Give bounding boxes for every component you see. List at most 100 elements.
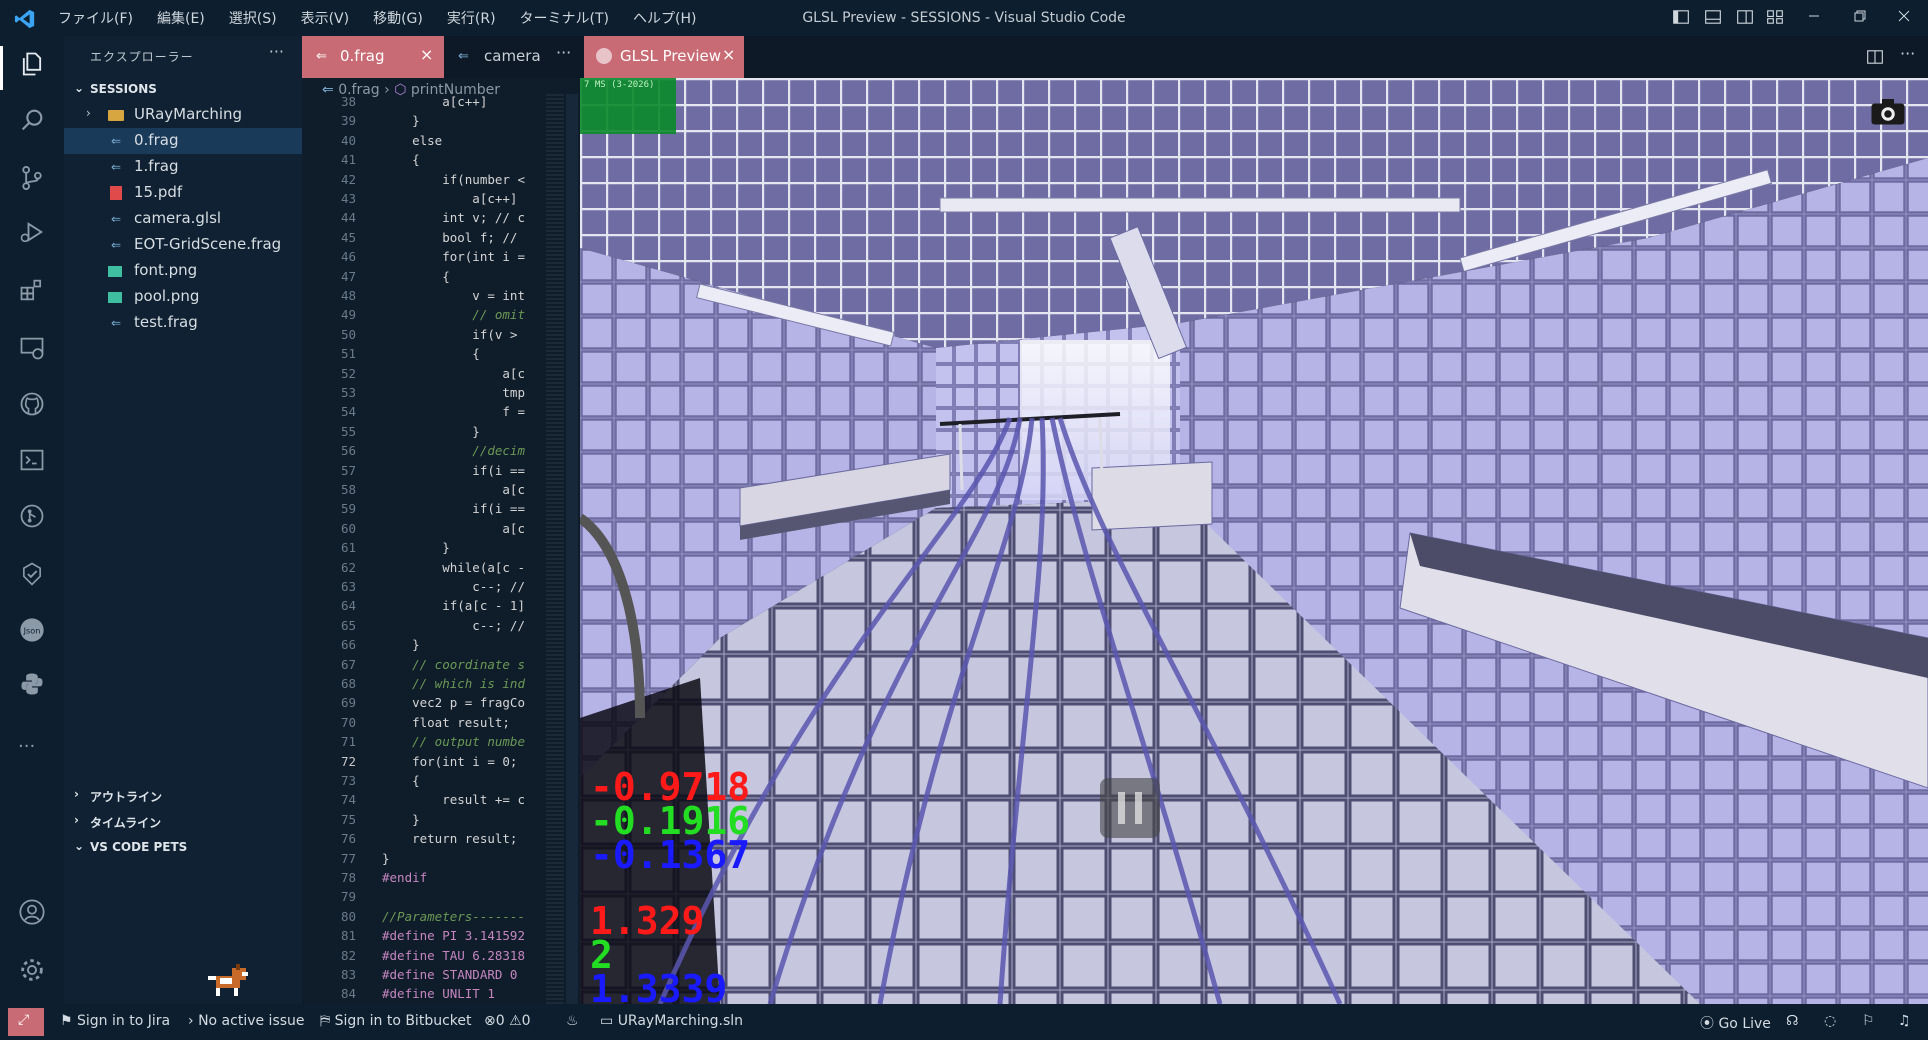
- toggle-secondary-sidebar-icon[interactable]: [1736, 8, 1754, 26]
- git-graph-icon[interactable]: [18, 502, 46, 530]
- glsl-file-icon: ⇐: [110, 238, 122, 252]
- github-icon[interactable]: [18, 390, 46, 418]
- menu-go[interactable]: 移動(G): [373, 8, 423, 28]
- file-item-pool-png[interactable]: pool.png: [64, 284, 302, 310]
- toggle-sidebar-icon[interactable]: [1672, 8, 1690, 26]
- pets-section-header[interactable]: ⌄ VS CODE PETS: [64, 836, 302, 860]
- settings-gear-icon[interactable]: [18, 956, 46, 984]
- extensions-icon[interactable]: [18, 276, 46, 304]
- problems-indicator[interactable]: ⊗0 ⚠0: [484, 1013, 531, 1029]
- line-number: 65: [340, 617, 356, 633]
- file-item-test-frag[interactable]: ⇐ test.frag: [64, 310, 302, 336]
- line-number: 42: [340, 171, 356, 187]
- vscode-logo-icon: [14, 9, 35, 29]
- camera-icon[interactable]: [1870, 96, 1906, 126]
- glsl-file-icon: ⇐: [110, 160, 122, 174]
- customize-layout-icon[interactable]: [1766, 8, 1784, 26]
- file-item-1-frag[interactable]: ⇐ 1.frag: [64, 154, 302, 180]
- python-icon[interactable]: [18, 670, 46, 698]
- jira-signin[interactable]: ⚑ Sign in to Jira: [60, 1013, 170, 1029]
- pause-button[interactable]: [1232, 948, 1292, 1004]
- minimize-icon[interactable]: [1806, 8, 1822, 24]
- line-number: 73: [340, 773, 356, 788]
- explorer-more-icon[interactable]: ···: [269, 42, 284, 61]
- line-number: 40: [340, 132, 356, 148]
- code-line: a[c: [382, 520, 525, 536]
- go-live-button[interactable]: ⦿ Go Live: [1700, 1013, 1771, 1033]
- jira-issue[interactable]: › No active issue: [188, 1013, 305, 1029]
- file-item-camera-glsl[interactable]: ⇐ camera.glsl: [64, 206, 302, 232]
- folder-icon: [108, 110, 124, 121]
- line-number: 49: [340, 307, 356, 323]
- bitbucket-signin[interactable]: ⛿ Sign in to Bitbucket: [320, 1013, 471, 1029]
- pet-dog-icon[interactable]: [204, 960, 256, 1000]
- menu-edit[interactable]: 編集(E): [157, 8, 205, 28]
- go-live-label: Go Live: [1718, 1016, 1771, 1032]
- search-icon[interactable]: [18, 106, 46, 134]
- feedback-icon[interactable]: ⚐: [1862, 1013, 1875, 1029]
- preview-more-icon[interactable]: ···: [1900, 44, 1915, 63]
- jira-label: Sign in to Jira: [77, 1013, 171, 1029]
- line-number: 76: [340, 831, 356, 847]
- code-line: if(v >: [382, 326, 518, 342]
- line-number: 55: [340, 423, 356, 439]
- restore-icon[interactable]: [1852, 8, 1868, 24]
- line-number: 82: [340, 947, 356, 963]
- close-tab-icon[interactable]: ×: [722, 45, 735, 64]
- error-count: 0: [495, 1013, 505, 1029]
- file-item-urraymarching[interactable]: › URayMarching: [64, 102, 302, 128]
- pets-label: VS CODE PETS: [90, 840, 188, 854]
- more-views-icon[interactable]: ···: [18, 736, 35, 757]
- terminal-icon[interactable]: [18, 446, 46, 474]
- testing-icon[interactable]: [18, 560, 46, 588]
- code-line: while(a[c -: [382, 559, 525, 575]
- shader-canvas[interactable]: 7 MS (3-2026) -0.9718 -0.1916 -0.1367 1.…: [580, 78, 1928, 1004]
- solution-indicator[interactable]: ▭ URayMarching.sln: [600, 1013, 743, 1029]
- file-item-15-pdf[interactable]: 15.pdf: [64, 180, 302, 206]
- line-number: 46: [340, 249, 356, 265]
- notifications-bell-icon[interactable]: ♫: [1898, 1013, 1911, 1029]
- timeline-section-header[interactable]: › タイムライン: [64, 810, 302, 834]
- line-number: 41: [340, 152, 356, 168]
- code-line: // output numbe: [382, 734, 525, 750]
- tab-glsl-preview[interactable]: GLSL Preview ×: [584, 36, 744, 78]
- tab-camera[interactable]: ⇐ camera ···: [444, 36, 580, 78]
- explorer-title: エクスプローラー: [90, 50, 194, 64]
- flame-icon[interactable]: ♨: [566, 1013, 579, 1029]
- menu-help[interactable]: ヘルプ(H): [633, 8, 696, 28]
- close-window-icon[interactable]: [1896, 8, 1912, 24]
- remote-indicator[interactable]: ⤢: [8, 1008, 44, 1036]
- explorer-icon[interactable]: [18, 50, 46, 78]
- raymarched-scene: [580, 78, 1928, 1004]
- toggle-panel-icon[interactable]: [1704, 8, 1722, 26]
- tab-0-frag[interactable]: ⇐ 0.frag ×: [302, 36, 444, 78]
- menu-run[interactable]: 実行(R): [447, 8, 496, 28]
- tab-more-icon[interactable]: ···: [556, 43, 571, 62]
- code-line: v = int: [382, 288, 525, 303]
- menu-file[interactable]: ファイル(F): [58, 8, 133, 28]
- menu-selection[interactable]: 選択(S): [229, 8, 277, 28]
- sessions-section-header[interactable]: ⌄ SESSIONS: [64, 78, 302, 102]
- file-item-font-png[interactable]: font.png: [64, 258, 302, 284]
- accounts-icon[interactable]: [18, 898, 46, 926]
- json-icon[interactable]: Json: [18, 616, 46, 644]
- editor-scrollbar[interactable]: [566, 94, 578, 1004]
- menu-view[interactable]: 表示(V): [301, 8, 350, 28]
- active-indicator: [0, 46, 3, 90]
- file-item-0-frag[interactable]: ⇐ 0.frag: [64, 128, 302, 154]
- menu-terminal[interactable]: ターミナル(T): [520, 8, 609, 28]
- split-editor-icon[interactable]: [1866, 48, 1884, 66]
- file-item-eot-gridscene[interactable]: ⇐ EOT-GridScene.frag: [64, 232, 302, 258]
- run-debug-icon[interactable]: [18, 218, 46, 246]
- line-number: 64: [340, 598, 356, 614]
- bitbucket-icon: ⛿: [320, 1013, 335, 1029]
- source-control-icon[interactable]: [18, 164, 46, 192]
- close-tab-icon[interactable]: ×: [420, 45, 433, 64]
- code-lines[interactable]: a[c++] } else { if(number < a[c++] int v…: [382, 94, 557, 1004]
- copilot-icon[interactable]: ☊: [1786, 1013, 1798, 1029]
- remote-explorer-icon[interactable]: [18, 334, 46, 362]
- outline-section-header[interactable]: › アウトライン: [64, 784, 302, 808]
- minimap[interactable]: [546, 94, 564, 1004]
- sync-icon[interactable]: ◌: [1824, 1013, 1836, 1029]
- line-number: 67: [340, 656, 356, 672]
